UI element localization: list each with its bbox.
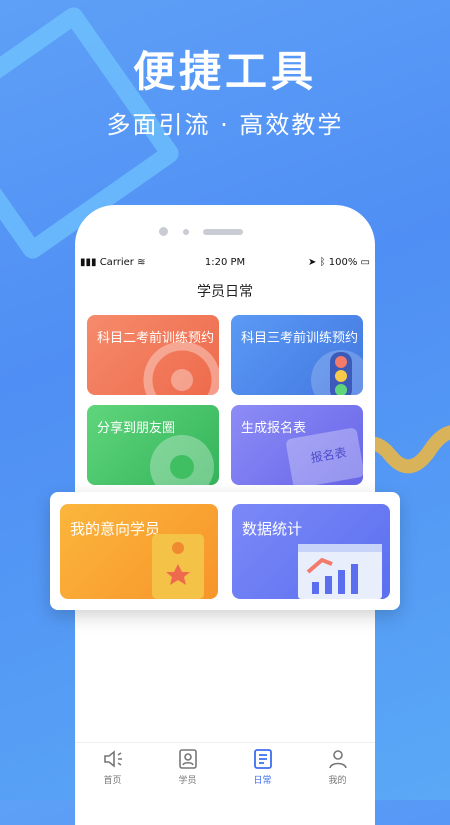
speaker-grille <box>203 229 243 235</box>
phone-top-bezel <box>75 205 375 257</box>
location-icon: ➤ <box>308 257 317 268</box>
tab-students[interactable]: 学员 <box>150 747 225 786</box>
tab-mine[interactable]: 我的 <box>300 747 375 786</box>
user-icon <box>328 750 347 769</box>
sensor-icon <box>183 229 189 235</box>
card-subject3-booking[interactable]: 科目三考前训练预约 <box>231 315 363 395</box>
hero-subtitle: 多面引流 · 高效教学 <box>106 111 344 139</box>
tab-bar: 首页 学员 日常 我的 <box>75 742 375 801</box>
document-icon <box>253 749 272 769</box>
speaker-icon <box>103 750 122 768</box>
aperture-icon <box>150 435 214 485</box>
card-label: 我的意向学员 <box>70 520 161 538</box>
featured-panel: 我的意向学员 数据统计 <box>50 492 400 610</box>
camera-icon <box>159 227 168 236</box>
tab-daily[interactable]: 日常 <box>225 747 300 786</box>
bar-chart-icon <box>298 544 382 599</box>
tab-home[interactable]: 首页 <box>75 747 150 786</box>
traffic-light-icon <box>311 350 363 395</box>
hero-title: 便捷工具 <box>132 47 317 96</box>
bluetooth-icon: ᛒ <box>319 257 326 268</box>
red-envelope-icon <box>152 534 204 599</box>
card-share-moments[interactable]: 分享到朋友圈 <box>87 405 219 485</box>
card-generate-form[interactable]: 生成报名表 报名表 <box>231 405 363 485</box>
card-label: 数据统计 <box>242 520 303 538</box>
battery-level: 100% <box>328 257 358 268</box>
battery-icon: ▭ <box>360 257 370 268</box>
card-label: 生成报名表 <box>241 421 307 436</box>
status-right: ➤ ᛒ 100% ▭ <box>308 257 370 268</box>
page-title: 学员日常 <box>197 284 253 300</box>
card-intended-students[interactable]: 我的意向学员 <box>60 504 218 599</box>
student-card-icon <box>178 749 197 769</box>
status-bar: ▮▮▮ Carrier ≋ 1:20 PM ➤ ᛒ 100% ▭ <box>80 257 370 271</box>
card-data-statistics[interactable]: 数据统计 <box>232 504 390 599</box>
card-subject2-booking[interactable]: 科目二考前训练预约 <box>87 315 219 395</box>
steering-wheel-icon <box>143 341 219 395</box>
